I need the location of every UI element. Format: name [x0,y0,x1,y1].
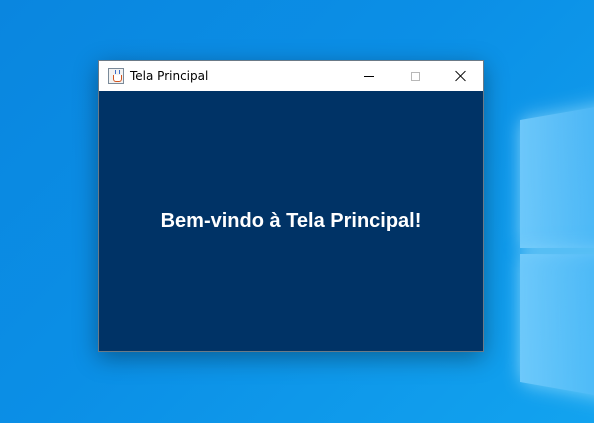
windows-logo-pane-top [520,98,594,249]
window-title: Tela Principal [130,69,209,83]
maximize-icon [410,71,420,81]
minimize-button[interactable] [346,61,392,91]
main-panel: Bem-vindo à Tela Principal! [99,91,483,351]
app-window: Tela Principal Bem-vindo à Tela Principa… [98,60,484,352]
desktop: Tela Principal Bem-vindo à Tela Principa… [0,0,594,423]
title-bar[interactable]: Tela Principal [99,61,483,91]
minimize-icon [364,75,374,77]
welcome-label: Bem-vindo à Tela Principal! [160,209,422,232]
java-cup-icon[interactable] [108,68,124,84]
maximize-button[interactable] [392,61,438,91]
windows-logo-pane-bottom [520,254,594,404]
close-icon [455,70,467,82]
windows-logo [520,75,594,423]
close-button[interactable] [438,61,484,91]
